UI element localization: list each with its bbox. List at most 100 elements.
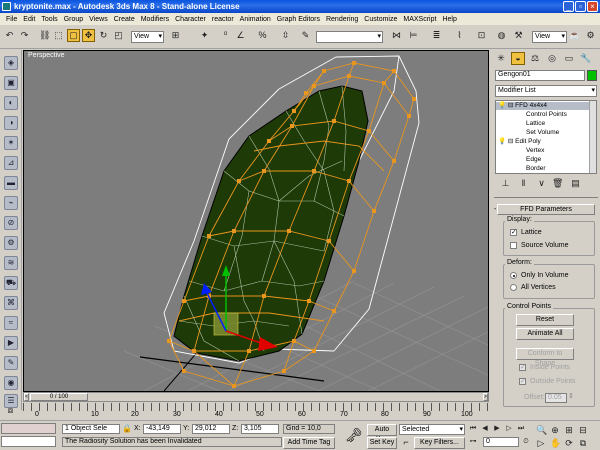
offset-spinner[interactable]: 0.05 [545,393,567,403]
layer-manager-icon[interactable]: ≣ [430,29,443,42]
reactor-icon[interactable]: ◈ [4,56,18,70]
field-of-view-icon[interactable]: ▷ [535,437,547,448]
menu-help[interactable]: Help [439,16,459,23]
analyze-world-icon[interactable]: ◉ [4,376,18,390]
offset-spinner-arrows-icon[interactable]: ⇕ [568,392,574,400]
percent-snap-icon[interactable]: % [256,29,269,42]
object-color-swatch[interactable] [587,70,597,81]
select-scale-icon[interactable]: ◰ [112,29,125,42]
close-icon[interactable]: × [587,1,598,12]
water-icon[interactable]: ≈ [4,316,18,330]
x-coordinate-field[interactable]: -43,149 [143,424,181,434]
menu-animation[interactable]: Animation [237,16,274,23]
stack-item-lattice[interactable]: Lattice [496,120,545,128]
utilities-tab-icon[interactable]: 🔧 [579,52,593,65]
curve-editor-icon[interactable]: ⌇ [453,29,466,42]
wind-icon[interactable]: ≋ [4,256,18,270]
z-coordinate-field[interactable]: 3,105 [241,424,279,434]
viewport-label[interactable]: Perspective [28,52,65,59]
menu-reactor[interactable]: reactor [209,16,237,23]
menu-rendering[interactable]: Rendering [323,16,361,23]
plane-icon[interactable]: ▬ [4,176,18,190]
menu-file[interactable]: File [3,16,20,23]
pivot-icon[interactable]: ⊞ [169,29,182,42]
play-icon[interactable]: ▶ [492,424,502,434]
show-end-result-icon[interactable]: ‖ [517,177,530,190]
reset-button[interactable]: Reset [516,314,574,326]
create-animation-icon[interactable]: ✎ [4,356,18,370]
zoom-extents-icon[interactable]: ⊞ [563,424,575,435]
redo-icon[interactable]: ↷ [18,29,31,42]
menu-views[interactable]: Views [86,16,111,23]
menu-group[interactable]: Group [61,16,86,23]
select-object-icon[interactable]: ▢ [67,29,80,42]
maximize-icon[interactable]: ▫ [575,1,586,12]
material-editor-icon[interactable]: ◍ [495,29,508,42]
named-selection-dropdown[interactable] [316,31,383,43]
go-to-end-icon[interactable]: ⏭ [516,424,526,434]
select-region-icon[interactable]: ⬚ [52,29,65,42]
cloth-icon[interactable]: ◐ [4,96,18,110]
only-in-volume-radio[interactable] [510,272,517,279]
dashpot-icon[interactable]: ⊘ [4,216,18,230]
spinner-snap-icon[interactable]: ⇳ [279,29,292,42]
stack-item-ffd[interactable]: 💡 ⊟ FFD 4x4x4 [496,102,590,110]
track-bar[interactable]: 0 10 20 30 40 50 60 70 80 90 100 [23,403,489,420]
select-link-icon[interactable]: ⛓ [38,29,51,42]
stack-item-edit-poly[interactable]: 💡 ⊟ Edit Poly [496,138,541,146]
stack-item-set-volume[interactable]: Set Volume [496,129,559,137]
default-in-out-tangents-icon[interactable]: ⌐ [400,436,412,447]
menu-modifiers[interactable]: Modifiers [138,16,172,23]
modifier-stack[interactable]: 💡 ⊟ FFD 4x4x4 Control Points Lattice Set… [495,100,597,174]
key-mode-dropdown[interactable]: Selected [399,424,465,435]
menu-maxscript[interactable]: MAXScript [400,16,439,23]
menu-graph-editors[interactable]: Graph Editors [274,16,323,23]
menu-character[interactable]: Character [172,16,209,23]
set-key-icon[interactable]: 🗝 [343,424,365,446]
inside-points-checkbox[interactable]: ✓ [519,364,526,371]
select-move-icon[interactable]: ✥ [82,29,95,42]
set-key-button[interactable]: Set Key [367,437,397,449]
constraint-icon[interactable]: ⊿ [4,156,18,170]
modify-tab-icon[interactable]: ◒ [511,52,525,65]
time-slider-thumb[interactable]: 0 / 100 [30,393,88,401]
stack-item-edge[interactable]: Edge [496,156,541,164]
object-name-field[interactable]: Gengon01 [495,70,585,81]
y-coordinate-field[interactable]: 29,012 [192,424,230,434]
ffd-parameters-rollout[interactable]: FFD Parameters [497,204,595,215]
render-scene-icon[interactable]: ⚒ [512,29,525,42]
previous-frame-icon[interactable]: ◀ [480,424,490,434]
menu-create[interactable]: Create [111,16,138,23]
stack-item-control-points[interactable]: Control Points [496,111,567,119]
stack-item-vertex[interactable]: Vertex [496,147,544,155]
current-frame-field[interactable]: 0 [483,437,519,447]
maximize-viewport-icon[interactable]: ⧉ [577,437,589,448]
go-to-start-icon[interactable]: ⏮ [468,424,478,434]
menu-edit[interactable]: Edit [20,16,38,23]
animate-all-button[interactable]: Animate All [516,328,574,340]
rigid-body-icon[interactable]: ▣ [4,76,18,90]
time-prev-icon[interactable]: < [24,393,29,401]
perspective-viewport[interactable]: Perspective [23,50,489,392]
menu-customize[interactable]: Customize [361,16,400,23]
pin-stack-icon[interactable]: ⊥ [499,177,512,190]
time-configuration-icon[interactable]: ⏲ [521,437,531,447]
motion-tab-icon[interactable]: ◎ [545,52,559,65]
source-volume-checkbox[interactable] [510,242,517,249]
remove-modifier-icon[interactable]: 🗑 [551,177,564,190]
zoom-icon[interactable]: 🔍 [535,424,547,435]
menu-tools[interactable]: Tools [38,16,60,23]
preview-icon[interactable]: ▶ [4,336,18,350]
align-icon[interactable]: ⊨ [407,29,420,42]
display-tab-icon[interactable]: ▭ [562,52,576,65]
zoom-extents-all-icon[interactable]: ⊟ [577,424,589,435]
add-time-tag-button[interactable]: Add Time Tag [283,437,335,449]
time-next-icon[interactable]: > [483,393,488,401]
select-rotate-icon[interactable]: ↻ [97,29,110,42]
maxscript-listener-pink[interactable] [1,423,56,434]
spring-icon[interactable]: ⌁ [4,196,18,210]
reference-coordinate-dropdown[interactable]: View [131,31,164,43]
stack-item-border[interactable]: Border [496,165,546,173]
outside-points-checkbox[interactable]: ✓ [519,378,526,385]
snap-icon[interactable]: ⁰ [219,29,232,42]
